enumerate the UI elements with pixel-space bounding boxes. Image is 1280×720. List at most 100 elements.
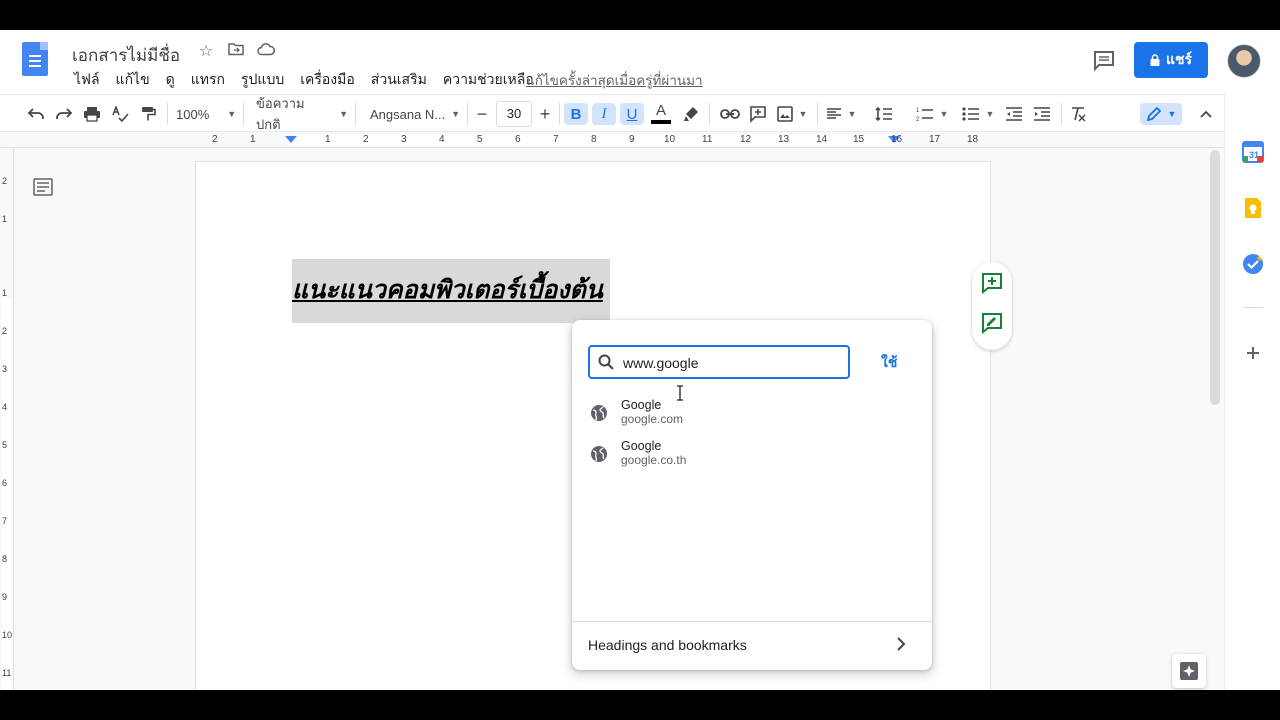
undo-icon[interactable] (24, 103, 48, 125)
zoom-select[interactable]: 100% ▼ (176, 103, 236, 125)
style-value: ข้อความปกติ (256, 96, 305, 132)
link-search-field[interactable] (588, 345, 850, 379)
ruler-number: 6 (515, 134, 521, 145)
insert-image-icon[interactable]: ▼ (774, 103, 810, 125)
doc-title[interactable]: เอกสารไม่มีชื่อ (72, 42, 180, 69)
expand-panel-icon[interactable] (1242, 688, 1264, 690)
increase-font-size-button[interactable]: + (535, 103, 555, 125)
left-indent-marker-icon[interactable] (284, 136, 298, 146)
move-folder-icon[interactable] (226, 42, 246, 62)
highlight-icon[interactable] (679, 103, 703, 125)
link-suggestion[interactable]: Google google.co.th (588, 439, 908, 475)
scrollbar[interactable] (1210, 150, 1220, 405)
cloud-status-icon[interactable] (256, 42, 276, 62)
ruler-number: 18 (967, 134, 979, 145)
bold-button[interactable]: B (564, 103, 588, 125)
horizontal-ruler[interactable]: 2 1 1 2 3 4 5 6 7 8 9 10 11 12 13 14 15 … (0, 132, 1224, 148)
ruler-number: 9 (2, 592, 8, 602)
decrease-font-size-button[interactable]: − (472, 103, 492, 125)
chevron-right-icon (897, 637, 906, 651)
svg-text:1: 1 (916, 108, 920, 114)
underline-button[interactable]: U (620, 103, 644, 125)
header-bar: เอกสารไม่มีชื่อ ☆ ไฟล์ แก้ไข ดู แทรก รูป… (0, 30, 1280, 94)
increase-indent-icon[interactable] (1030, 103, 1054, 125)
insert-link-icon[interactable] (718, 103, 742, 125)
share-button[interactable]: แชร์ (1134, 42, 1208, 78)
menu-addons[interactable]: ส่วนเสริม (369, 69, 429, 91)
keep-icon[interactable] (1242, 197, 1264, 219)
ruler-number: 2 (2, 326, 8, 336)
ruler-number: 2 (212, 134, 218, 145)
globe-icon (591, 405, 607, 421)
add-comment-icon[interactable] (746, 103, 770, 125)
bulleted-list-icon[interactable]: ▼ (958, 103, 998, 125)
suggestion-url: google.co.th (621, 453, 687, 467)
ruler-number: 8 (2, 554, 8, 564)
ruler-number: 5 (2, 440, 8, 450)
explore-button[interactable] (1172, 654, 1206, 688)
share-label: แชร์ (1165, 51, 1193, 67)
ruler-number: 4 (2, 402, 8, 412)
suggest-edits-icon[interactable] (981, 312, 1003, 339)
editing-mode-button[interactable]: ▼ (1140, 103, 1182, 125)
ruler-number: 4 (439, 134, 445, 145)
docs-logo-icon[interactable] (22, 42, 48, 76)
add-comment-icon[interactable] (981, 272, 1003, 299)
star-icon[interactable]: ☆ (196, 42, 216, 62)
document-outline-icon[interactable] (33, 178, 53, 196)
redo-icon[interactable] (52, 103, 76, 125)
explore-icon (1180, 662, 1198, 680)
italic-button[interactable]: I (592, 103, 616, 125)
floating-actions (972, 262, 1012, 350)
vertical-ruler[interactable]: 2 1 1 2 3 4 5 6 7 8 9 10 11 (0, 148, 14, 690)
menu-help[interactable]: ความช่วยเหลือ (441, 69, 536, 91)
text-color-swatch (651, 120, 671, 124)
apply-link-button[interactable]: ใช้ (881, 352, 897, 374)
lock-icon (1150, 54, 1160, 66)
ruler-number: 16 (891, 134, 903, 145)
ruler-number: 15 (853, 134, 865, 145)
avatar[interactable] (1227, 44, 1261, 78)
ruler-number: 1 (2, 214, 8, 224)
style-select[interactable]: ข้อความปกติ ▼ (256, 96, 348, 132)
spellcheck-icon[interactable] (108, 103, 132, 125)
calendar-icon[interactable]: 31 (1242, 141, 1264, 163)
font-select[interactable]: Angsana N... ▼ (370, 103, 462, 125)
comment-history-icon[interactable] (1092, 48, 1116, 72)
suggestion-url: google.com (621, 412, 684, 426)
menu-view[interactable]: ดู (164, 69, 177, 91)
paint-format-icon[interactable] (136, 103, 160, 125)
menu-tools[interactable]: เครื่องมือ (298, 69, 357, 91)
ruler-number: 10 (2, 630, 13, 640)
text-color-glyph: A (655, 102, 666, 119)
text-color-button[interactable]: A (649, 103, 673, 125)
document-heading[interactable]: แนะแนวคอมพิวเตอร์เบื้องต้น (292, 270, 603, 310)
line-spacing-icon[interactable] (872, 103, 896, 125)
print-icon[interactable] (80, 103, 104, 125)
tasks-icon[interactable] (1242, 253, 1264, 275)
font-size-input[interactable]: 30 (496, 101, 532, 127)
headings-bookmarks-row[interactable]: Headings and bookmarks (572, 621, 932, 670)
decrease-indent-icon[interactable] (1002, 103, 1026, 125)
ruler-number: 9 (629, 134, 635, 145)
numbered-list-icon[interactable]: 12 ▼ (912, 103, 952, 125)
link-input[interactable] (623, 353, 843, 373)
add-addon-icon[interactable] (1242, 342, 1264, 364)
ruler-number: 11 (702, 134, 713, 145)
font-value: Angsana N... (370, 106, 446, 122)
menu-format[interactable]: รูปแบบ (239, 69, 286, 91)
menu-file[interactable]: ไฟล์ (72, 69, 102, 91)
menu-bar: ไฟล์ แก้ไข ดู แทรก รูปแบบ เครื่องมือ ส่ว… (72, 69, 536, 91)
zoom-value: 100% (176, 106, 210, 122)
clear-formatting-icon[interactable] (1066, 103, 1090, 125)
ruler-number: 14 (816, 134, 828, 145)
ruler-number: 3 (2, 364, 8, 374)
align-left-icon[interactable]: ▼ (824, 103, 858, 125)
collapse-menus-icon[interactable] (1195, 103, 1217, 125)
link-suggestion[interactable]: Google google.com (588, 398, 908, 434)
ruler-number: 1 (325, 134, 331, 145)
insert-link-dialog: ใช้ Google google.com Google google.co.t… (572, 320, 932, 670)
menu-edit[interactable]: แก้ไข (114, 69, 152, 91)
menu-insert[interactable]: แทรก (189, 69, 227, 91)
last-edit-link[interactable]: แก้ไขครั้งล่าสุดเมื่อครู่ที่ผ่านมา (526, 69, 703, 91)
